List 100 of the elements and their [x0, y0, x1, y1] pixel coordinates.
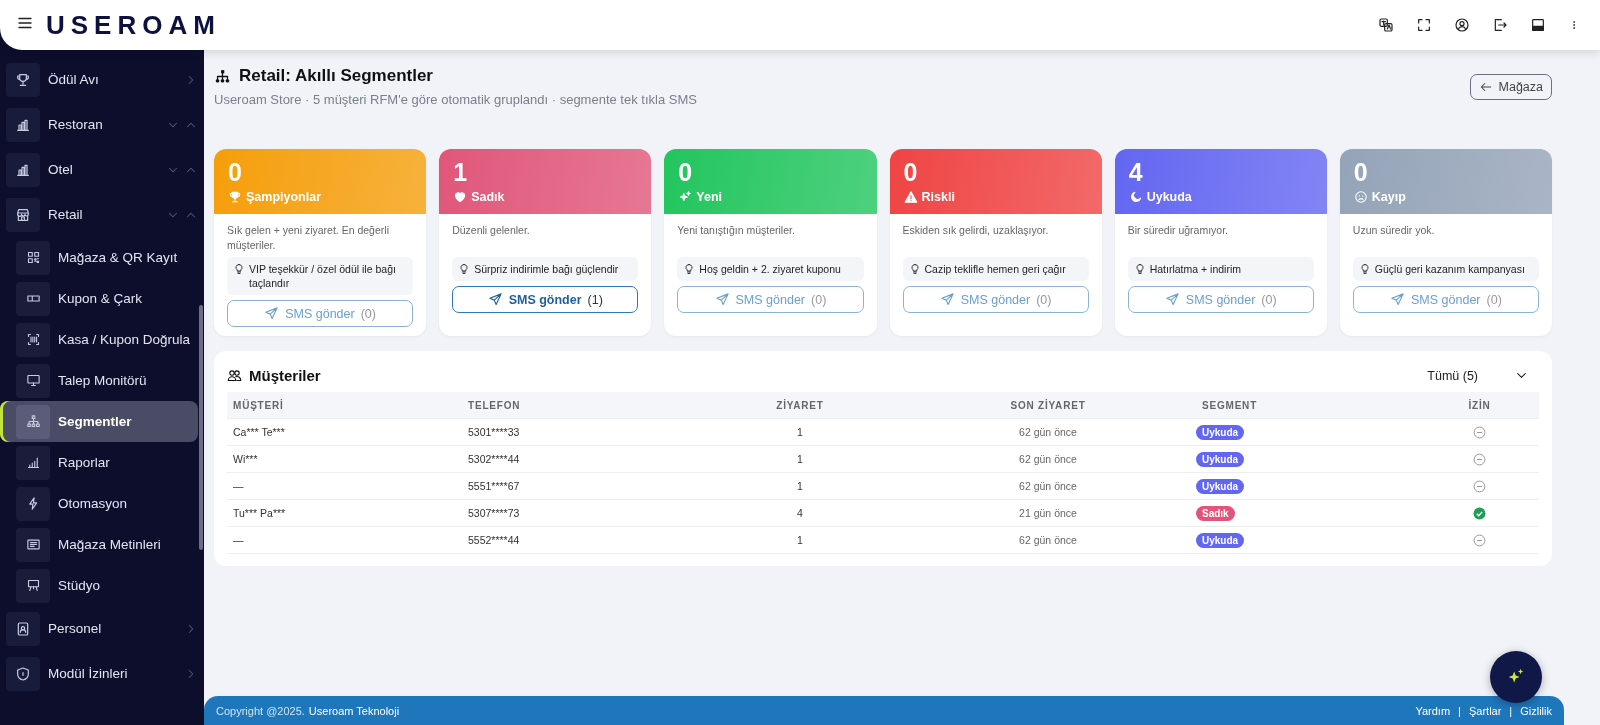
sidebar-item[interactable]: Raporlar	[0, 442, 198, 483]
column-header: SEGMENT	[1201, 399, 1259, 411]
lightbulb-icon	[1133, 263, 1146, 275]
segment-count: 0	[1353, 159, 1369, 185]
panel-icon	[1530, 17, 1546, 33]
customer-name: —	[232, 534, 245, 546]
segment-description: Yeni tanıştığın müşteriler.	[677, 223, 796, 238]
section-title: Müşteriler	[249, 367, 321, 384]
sad-face-icon	[1353, 190, 1368, 204]
logo: USEROAM	[46, 9, 221, 41]
column-header: ZİYARET	[776, 399, 824, 411]
users-icon	[227, 368, 242, 383]
segment-description: Bir süredir uğramıyor.	[1127, 223, 1230, 238]
segment-name: Sadık	[471, 190, 505, 204]
sidebar-item[interactable]: Modül İzinleri	[0, 651, 204, 696]
segment-description: Eskiden sık gelirdi, uzaklaşıyor.	[902, 223, 1050, 238]
send-icon	[487, 292, 503, 307]
send-icon	[264, 306, 280, 321]
customer-name: Tu*** Pa***	[232, 507, 287, 519]
sidebar-item[interactable]: Mağaza Metinleri	[0, 524, 198, 565]
bar-chart-icon	[25, 455, 41, 470]
arrow-left-icon	[1478, 80, 1493, 94]
send-icon	[1164, 292, 1180, 307]
segment-tag: Uykuda	[1196, 451, 1245, 467]
fullscreen-icon	[1416, 17, 1432, 33]
scrollbar[interactable]	[199, 305, 203, 550]
segment-name: Riskli	[921, 190, 955, 204]
sms-send-button[interactable]: SMS gönder (1)	[452, 286, 639, 313]
sidebar-item[interactable]: Ödül Avı	[0, 57, 204, 102]
shield-icon	[15, 665, 31, 682]
send-icon	[1390, 292, 1406, 307]
sitemap-icon	[25, 414, 41, 429]
lightbulb-icon	[458, 263, 471, 275]
segment-tip: Hatırlatma + indirim	[1149, 262, 1241, 276]
assistant-button[interactable]	[1490, 651, 1542, 703]
warning-icon	[903, 190, 918, 204]
visit-count: 1	[797, 426, 803, 438]
lightbulb-icon	[683, 263, 696, 275]
segment-tag: Uykuda	[1196, 424, 1245, 440]
footer-link[interactable]: Yardım	[1415, 704, 1451, 717]
sidebar-item[interactable]: Personel	[0, 606, 204, 651]
visit-count: 4	[797, 507, 803, 519]
sparkle-icon	[678, 190, 693, 204]
document-icon	[25, 537, 41, 552]
visit-count: 1	[797, 453, 803, 465]
last-visit: 62 gün önce	[1019, 480, 1077, 492]
lightbulb-icon	[908, 263, 921, 275]
sidebar-item[interactable]: Otomasyon	[0, 483, 198, 524]
footer-link[interactable]: Gizlilik	[1520, 704, 1552, 717]
translate-icon	[1378, 17, 1394, 33]
sidebar-item[interactable]: Talep Monitörü	[0, 360, 198, 401]
segment-filter-dropdown[interactable]: Tümü (5)	[1421, 367, 1539, 384]
easel-icon	[25, 578, 41, 593]
back-button[interactable]: Mağaza	[1469, 74, 1552, 100]
last-visit: 62 gün önce	[1019, 534, 1077, 546]
separator: |	[1458, 704, 1461, 717]
store-icon	[15, 206, 31, 223]
phone-cell-text: 5301****33	[467, 426, 521, 438]
sidebar-item[interactable]: Otel	[0, 147, 204, 192]
moon-icon	[1128, 190, 1143, 204]
company-link[interactable]: Useroam Teknoloji	[308, 704, 400, 717]
separator: |	[1509, 704, 1513, 717]
send-icon	[714, 292, 730, 307]
barcode-icon	[25, 332, 41, 347]
segment-tag: Uykuda	[1196, 532, 1245, 548]
sidebar-item[interactable]: Retail	[0, 192, 204, 237]
sidebar-item[interactable]: Stüdyo	[0, 565, 198, 606]
last-visit: 21 gün önce	[1019, 507, 1077, 519]
segment-tip: Sürpriz indirimle bağı güçlendir	[474, 262, 619, 276]
segment-tip: Güçlü geri kazanım kampanyası	[1374, 262, 1525, 276]
segment-tip: VIP teşekkür / özel ödül ile bağı taçlandır	[249, 262, 397, 290]
monitor-icon	[25, 373, 41, 388]
customer-name: —	[232, 480, 245, 492]
last-visit: 62 gün önce	[1019, 453, 1077, 465]
last-visit: 62 gün önce	[1019, 426, 1077, 438]
id-badge-icon	[15, 620, 31, 637]
column-header: MÜŞTERİ	[232, 399, 285, 411]
sidebar-item[interactable]: Mağaza & QR Kayıt	[0, 237, 198, 278]
segment-name: Şampiyonlar	[246, 190, 322, 204]
page-title: Retail: Akıllı Segmentler	[239, 66, 433, 86]
trophy-icon	[228, 190, 242, 204]
column-header: TELEFON	[467, 399, 522, 411]
sidebar-item[interactable]: Kasa / Kupon Doğrula	[0, 319, 198, 360]
footer-link[interactable]: Şartlar	[1468, 704, 1502, 717]
segment-tip: Hoş geldin + 2. ziyaret kuponu	[699, 262, 841, 276]
segment-tip: Cazip teklifle hemen geri çağır	[924, 262, 1066, 276]
segment-count: 4	[1128, 159, 1144, 185]
sidebar-item[interactable]: Restoran	[0, 102, 204, 147]
sidebar-item[interactable]: Kupon & Çark	[0, 278, 198, 319]
column-header: SON ZİYARET	[1010, 399, 1086, 411]
segment-count: 1	[453, 159, 469, 185]
segment-count: 0	[903, 159, 919, 185]
sidebar-item[interactable]: Segmentler	[0, 401, 198, 442]
column-header: İZİN	[1468, 399, 1491, 411]
phone-cell-text: 5551****67	[467, 480, 521, 492]
visit-count: 1	[797, 534, 803, 546]
qr-code-icon	[25, 250, 41, 265]
segment-name: Yeni	[696, 190, 723, 204]
phone-cell-text: 5552****44	[467, 534, 521, 546]
page-subtitle: Useroam Store · 5 müşteri RFM'e göre otomatik gruplandı · segmente tek tıkla SMS	[214, 92, 697, 107]
